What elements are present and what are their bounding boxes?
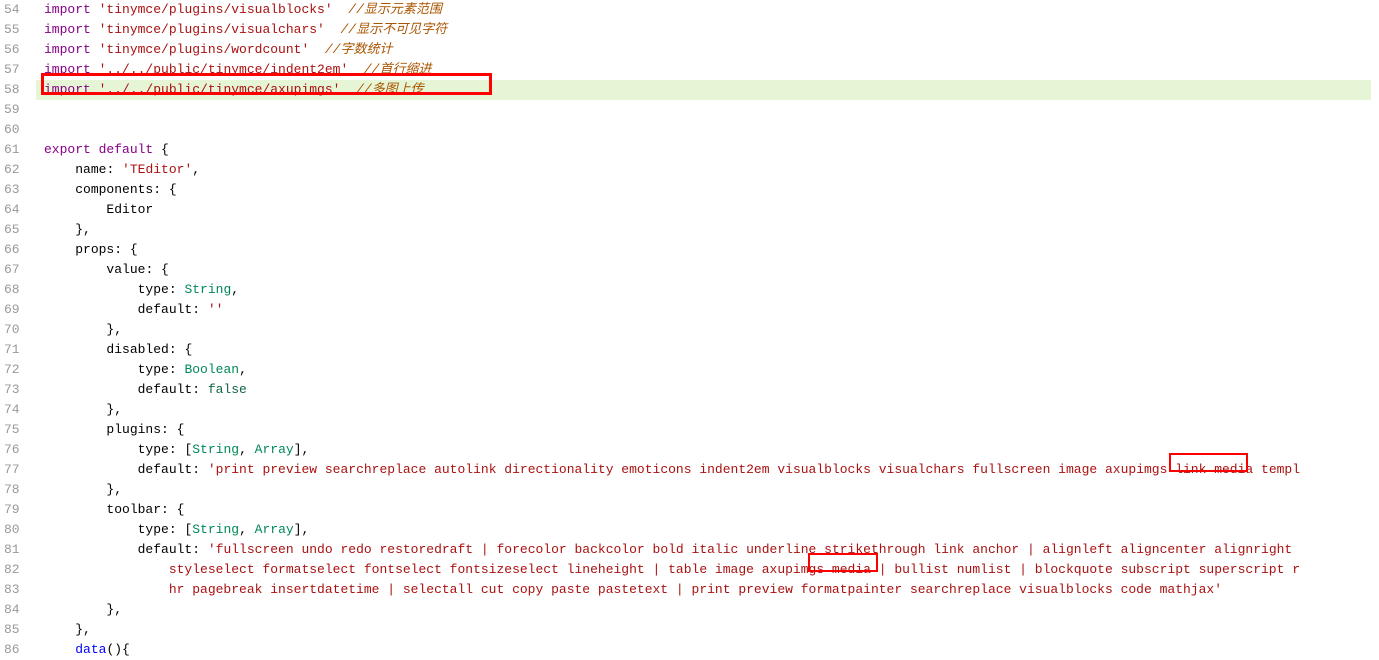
code-line[interactable]: import 'tinymce/plugins/visualblocks' //… <box>44 0 1379 20</box>
code-line[interactable]: plugins: { <box>44 420 1379 440</box>
line-number: 60 <box>4 120 28 140</box>
line-number: 68 <box>4 280 28 300</box>
code-line[interactable]: import '../../public/tinymce/axupimgs' /… <box>36 80 1371 100</box>
code-content-area[interactable]: import 'tinymce/plugins/visualblocks' //… <box>36 0 1379 660</box>
line-number: 67 <box>4 260 28 280</box>
code-line[interactable]: import 'tinymce/plugins/wordcount' //字数统… <box>44 40 1379 60</box>
code-line[interactable]: }, <box>44 220 1379 240</box>
line-number: 61 <box>4 140 28 160</box>
code-line[interactable]: }, <box>44 480 1379 500</box>
line-number: 86 <box>4 640 28 660</box>
code-line[interactable]: default: 'fullscreen undo redo restoredr… <box>44 540 1379 560</box>
code-line[interactable]: export default { <box>44 140 1379 160</box>
code-line[interactable]: components: { <box>44 180 1379 200</box>
code-line[interactable]: type: Boolean, <box>44 360 1379 380</box>
line-number: 62 <box>4 160 28 180</box>
code-line[interactable]: styleselect formatselect fontselect font… <box>44 560 1379 580</box>
code-line[interactable]: disabled: { <box>44 340 1379 360</box>
line-number-gutter: 5455565758596061626364656667686970717273… <box>0 0 36 660</box>
line-number: 74 <box>4 400 28 420</box>
code-line[interactable]: data(){ <box>44 640 1379 660</box>
line-number: 80 <box>4 520 28 540</box>
line-number: 66 <box>4 240 28 260</box>
line-number: 73 <box>4 380 28 400</box>
code-line[interactable]: }, <box>44 320 1379 340</box>
line-number: 72 <box>4 360 28 380</box>
code-line[interactable]: hr pagebreak insertdatetime | selectall … <box>44 580 1379 600</box>
code-line[interactable]: toolbar: { <box>44 500 1379 520</box>
code-line[interactable]: name: 'TEditor', <box>44 160 1379 180</box>
code-line[interactable]: value: { <box>44 260 1379 280</box>
line-number: 78 <box>4 480 28 500</box>
line-number: 83 <box>4 580 28 600</box>
code-line[interactable]: import 'tinymce/plugins/visualchars' //显… <box>44 20 1379 40</box>
code-line[interactable]: default: '' <box>44 300 1379 320</box>
code-line[interactable]: }, <box>44 600 1379 620</box>
code-line[interactable]: Editor <box>44 200 1379 220</box>
line-number: 54 <box>4 0 28 20</box>
code-line[interactable]: }, <box>44 620 1379 640</box>
code-line[interactable] <box>44 120 1379 140</box>
line-number: 55 <box>4 20 28 40</box>
code-line[interactable] <box>44 100 1379 120</box>
code-line[interactable]: import '../../public/tinymce/indent2em' … <box>44 60 1379 80</box>
line-number: 75 <box>4 420 28 440</box>
line-number: 71 <box>4 340 28 360</box>
line-number: 77 <box>4 460 28 480</box>
code-editor[interactable]: 5455565758596061626364656667686970717273… <box>0 0 1379 660</box>
line-number: 57 <box>4 60 28 80</box>
line-number: 76 <box>4 440 28 460</box>
line-number: 65 <box>4 220 28 240</box>
line-number: 59 <box>4 100 28 120</box>
line-number: 84 <box>4 600 28 620</box>
line-number: 69 <box>4 300 28 320</box>
code-line[interactable]: default: false <box>44 380 1379 400</box>
line-number: 63 <box>4 180 28 200</box>
code-line[interactable]: default: 'print preview searchreplace au… <box>44 460 1379 480</box>
line-number: 70 <box>4 320 28 340</box>
code-line[interactable]: type: String, <box>44 280 1379 300</box>
line-number: 85 <box>4 620 28 640</box>
line-number: 56 <box>4 40 28 60</box>
code-line[interactable]: type: [String, Array], <box>44 440 1379 460</box>
code-line[interactable]: type: [String, Array], <box>44 520 1379 540</box>
line-number: 79 <box>4 500 28 520</box>
code-line[interactable]: props: { <box>44 240 1379 260</box>
line-number: 64 <box>4 200 28 220</box>
line-number: 58 <box>4 80 28 100</box>
code-line[interactable]: }, <box>44 400 1379 420</box>
line-number: 81 <box>4 540 28 560</box>
line-number: 82 <box>4 560 28 580</box>
